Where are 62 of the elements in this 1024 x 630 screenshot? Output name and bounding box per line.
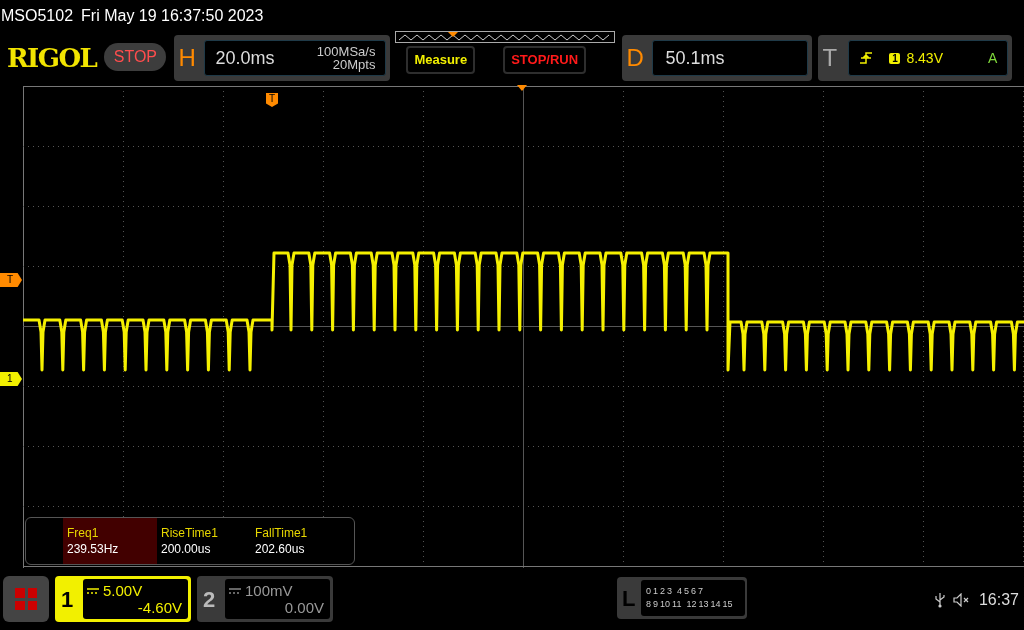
channel-panel[interactable]: 1 5.00V -4.60V	[55, 576, 191, 622]
measurement-item[interactable]: Freq1 239.53Hz	[63, 518, 157, 564]
sample-rate: 100MSa/s	[316, 45, 376, 58]
logic-channel-number: 11	[672, 599, 682, 610]
measure-button[interactable]: Measure	[406, 46, 476, 74]
date-time: Fri May 19 16:37:50 2023	[81, 6, 264, 26]
channel-offset-marker[interactable]: 1	[0, 372, 22, 386]
logic-channel-number: 4	[677, 586, 683, 597]
trigger-label: T	[822, 43, 839, 73]
channel-scale: 5.00V	[103, 582, 143, 599]
channel-offset: 0.00V	[284, 599, 324, 616]
logic-channel-number: 7	[698, 586, 704, 597]
delay-label: D	[626, 43, 645, 73]
usb-icon	[934, 592, 945, 608]
memory-depth: 20Mpts	[332, 58, 376, 71]
delay-panel[interactable]: D 50.1ms	[622, 35, 813, 81]
logic-panel[interactable]: L 0 1 2 3 4 5 6 7 8 9 10 11 12 13 14 15	[617, 577, 747, 619]
measurement-value: 200.00us	[161, 543, 212, 555]
measurement-value: 202.60us	[255, 543, 306, 555]
trigger-level-marker[interactable]: T	[0, 273, 22, 287]
channel-number: 1	[61, 585, 75, 614]
horizontal-panel[interactable]: H 20.0ms 100MSa/s 20Mpts	[174, 35, 391, 81]
trigger-mode: A	[988, 48, 998, 68]
trigger-panel[interactable]: T 1 8.43V A	[818, 35, 1013, 81]
dc-coupling-icon	[229, 587, 241, 594]
logic-channel-number: 10	[660, 599, 671, 610]
logic-channel-number: 6	[691, 586, 697, 597]
trigger-level: 8.43V	[906, 48, 943, 68]
timebase-value: 20.0ms	[215, 46, 275, 70]
logic-channel-number: 2	[660, 586, 666, 597]
measurement-name: Freq1	[67, 527, 100, 539]
channel-number: 2	[203, 585, 217, 614]
logic-channel-number: 12	[686, 599, 697, 610]
dc-coupling-icon	[87, 587, 99, 594]
measurement-value: 239.53Hz	[67, 543, 120, 555]
clock-time: 16:37	[978, 590, 1019, 610]
logic-channel-number: 0	[646, 586, 651, 597]
trigger-source-badge: 1	[889, 52, 901, 64]
logic-channel-number: 9	[653, 599, 659, 610]
logic-channel-number: 14	[710, 599, 721, 610]
delay-marker-icon	[517, 85, 527, 91]
model-name: MSO5102	[1, 6, 74, 26]
measurement-name: FallTime1	[255, 527, 309, 539]
channel-scale: 100mV	[245, 582, 293, 599]
run-state-indicator: STOP	[104, 43, 167, 71]
logic-channel-number: 5	[684, 586, 690, 597]
speaker-muted-icon[interactable]	[952, 593, 971, 607]
logic-channel-number: 3	[667, 586, 673, 597]
logic-label: L	[622, 584, 636, 613]
brand-logo: RIGOL	[7, 45, 97, 71]
logic-channel-number: 13	[698, 599, 709, 610]
horizontal-label: H	[178, 43, 197, 73]
logic-channel-number: 1	[653, 586, 659, 597]
delay-value: 50.1ms	[665, 46, 725, 70]
channel-panel[interactable]: 2 100mV 0.00V	[197, 576, 333, 622]
logic-channel-number: 15	[722, 599, 733, 610]
rising-edge-icon	[859, 52, 874, 64]
channel-offset: -4.60V	[137, 599, 182, 616]
trigger-position-marker[interactable]: T	[266, 93, 278, 107]
measurement-name: RiseTime1	[161, 527, 219, 539]
logic-channel-number: 8	[646, 599, 651, 610]
stop-run-button[interactable]: STOP/RUN	[503, 46, 587, 74]
